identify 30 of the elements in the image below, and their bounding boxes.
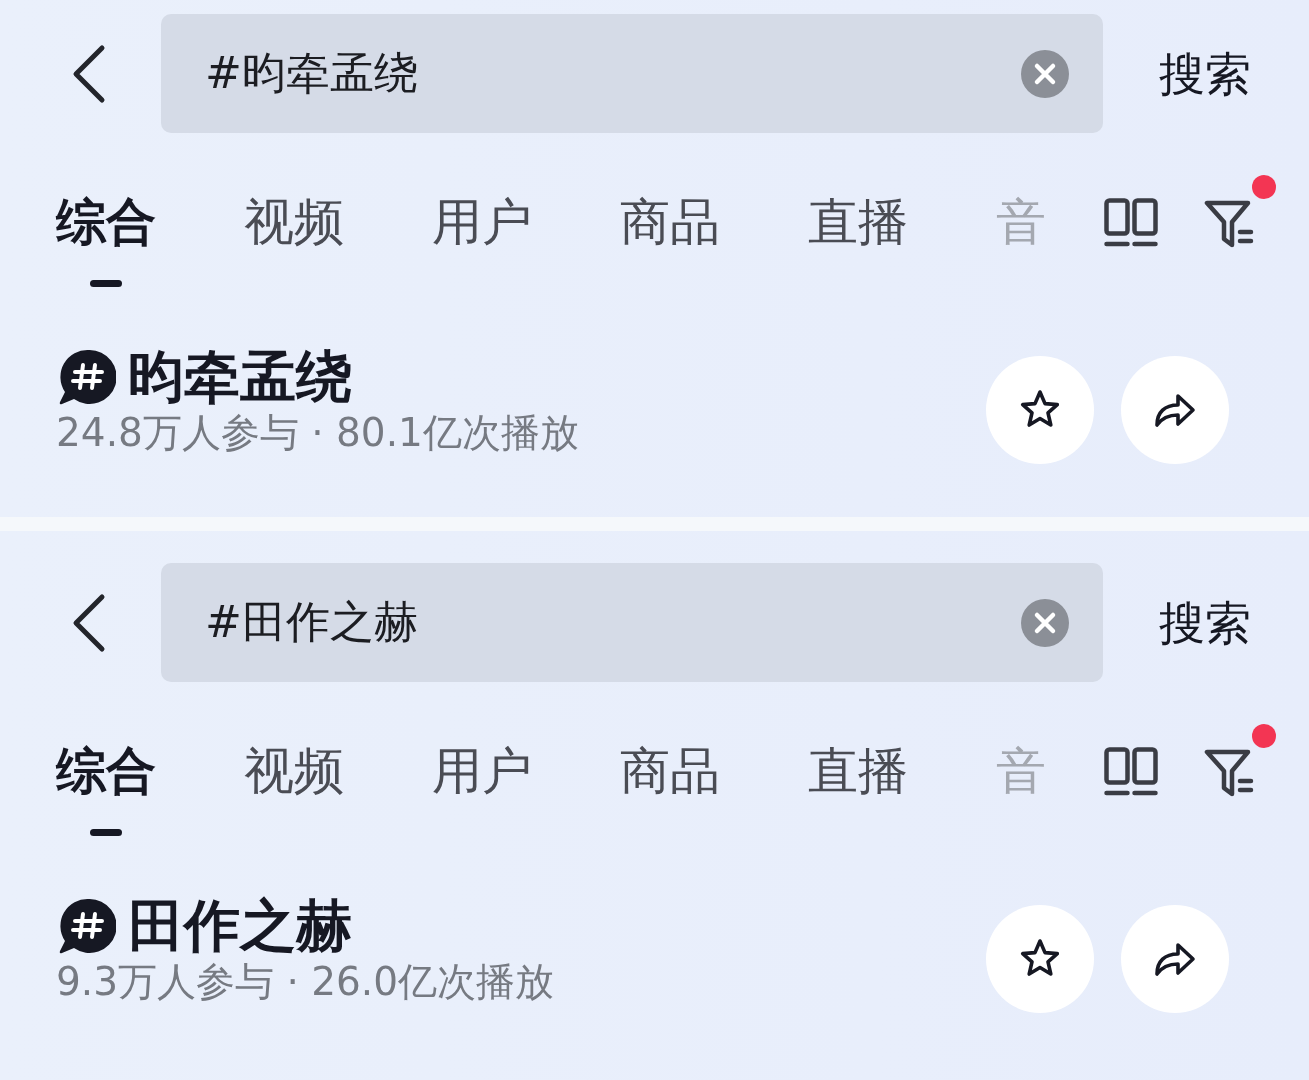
tab[interactable]: 视频 [244,192,344,287]
topic-stats: 24.8万人参与 · 80.1亿次播放 [56,409,580,457]
search-button[interactable]: 搜索 [1159,43,1251,104]
clear-icon [1021,598,1069,647]
filter-icon [1204,199,1256,249]
search-button[interactable]: 搜索 [1159,592,1251,653]
tab[interactable]: 视频 [244,741,344,836]
topic-title: 田作之赫 [128,894,352,958]
clear-icon [1021,49,1069,98]
tab[interactable]: 直播 [808,741,908,836]
tab[interactable]: 综合 [56,192,156,287]
tab[interactable]: 用户 [432,741,532,836]
hashtag-icon [58,897,116,955]
tab[interactable]: 直播 [808,192,908,287]
clear-button[interactable] [1021,49,1069,98]
columns-icon [1104,747,1158,797]
tab[interactable]: 商品 [620,192,720,287]
columns-icon [1104,198,1158,248]
hashtag-icon [58,348,116,406]
search-field[interactable]: #田作之赫 [161,563,1103,682]
topic-stats: 9.3万人参与 · 26.0亿次播放 [56,958,556,1006]
filter-icon [1204,748,1256,798]
topic-title: 昀牵孟绕 [128,345,352,409]
layout-button[interactable] [1104,198,1158,248]
tab[interactable]: 商品 [620,741,720,836]
tab[interactable]: 综合 [56,741,156,836]
tab[interactable]: 用户 [432,192,532,287]
clear-button[interactable] [1021,598,1069,647]
layout-button[interactable] [1104,747,1158,797]
search-field[interactable]: #昀牵孟绕 [161,14,1103,133]
